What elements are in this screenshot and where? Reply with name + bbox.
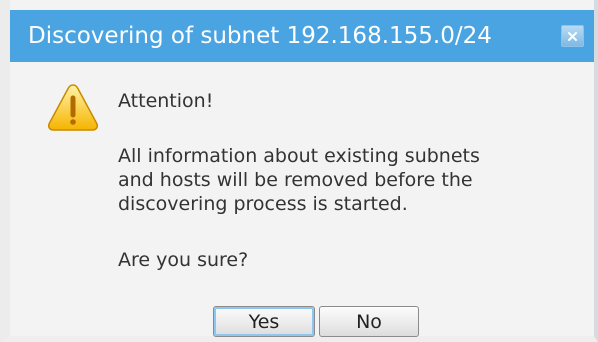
dialog-buttons: Yes No bbox=[213, 306, 419, 337]
confirmation-question: Are you sure? bbox=[118, 249, 249, 271]
attention-text: Attention! bbox=[118, 90, 214, 112]
dialog-title: Discovering of subnet 192.168.155.0/24 bbox=[28, 23, 492, 49]
warning-message: All information about existing subnets a… bbox=[118, 145, 480, 215]
yes-button[interactable]: Yes bbox=[213, 306, 315, 337]
close-icon bbox=[567, 31, 578, 42]
dialog-titlebar[interactable]: Discovering of subnet 192.168.155.0/24 bbox=[10, 10, 594, 62]
confirm-dialog: Discovering of subnet 192.168.155.0/24 A… bbox=[0, 0, 598, 342]
warning-icon bbox=[45, 80, 101, 136]
close-button[interactable] bbox=[561, 25, 584, 47]
no-button[interactable]: No bbox=[319, 306, 419, 337]
dialog-content: Attention! All information about existin… bbox=[118, 88, 578, 273]
